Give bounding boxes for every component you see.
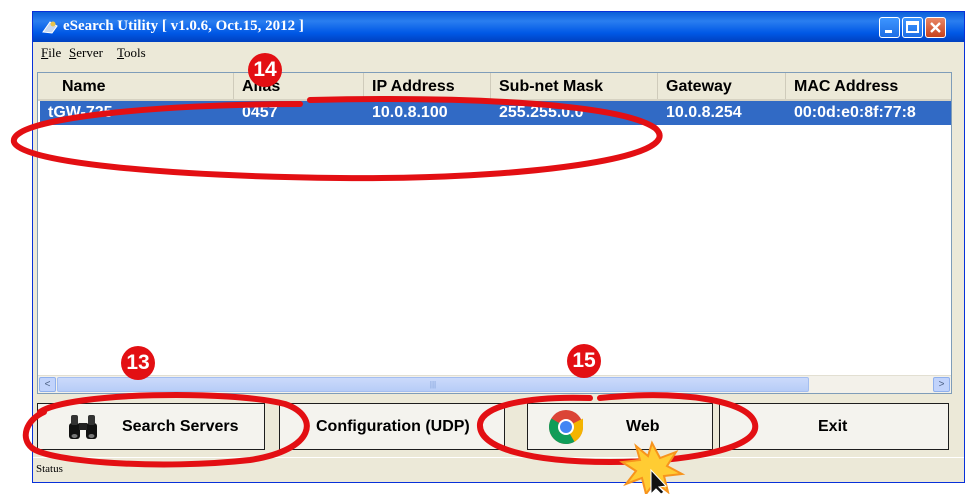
- annotation-overlay: [11, 96, 759, 494]
- click-burst-icon: [619, 440, 686, 494]
- step-15-badge: 15: [567, 344, 601, 378]
- highlight-ellipse-search: [22, 391, 310, 468]
- step-13-badge: 13: [121, 346, 155, 380]
- step-14-badge: 14: [248, 53, 282, 87]
- highlight-ellipse-row: [11, 96, 663, 182]
- highlight-ellipse-web: [477, 392, 759, 466]
